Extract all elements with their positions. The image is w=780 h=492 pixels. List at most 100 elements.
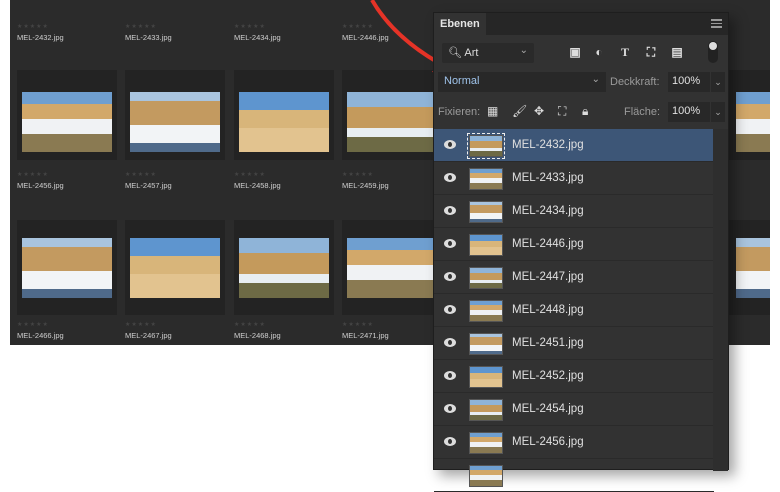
lock-transparency-icon[interactable]: ▦ xyxy=(487,104,498,118)
rating-stars[interactable]: ★★★★★ xyxy=(17,171,49,178)
thumbnail-image[interactable] xyxy=(347,92,437,152)
layer-name: MEL-2448.jpg xyxy=(512,304,584,316)
rating-stars[interactable]: ★★★★★ xyxy=(342,321,374,328)
layer-thumbnail xyxy=(469,300,503,322)
filter-kind-select[interactable]: 🔍︎ Art ⌄ xyxy=(442,43,534,63)
chevron-down-icon: ⌄ xyxy=(519,45,528,56)
file-name: MEL-2467.jpg xyxy=(125,331,172,340)
lock-position-move-icon[interactable]: ✥ xyxy=(534,104,544,118)
type-filter-icon[interactable]: T xyxy=(618,45,632,59)
file-name: MEL-2466.jpg xyxy=(17,331,64,340)
layer-name: MEL-2451.jpg xyxy=(512,337,584,349)
layer-name: MEL-2432.jpg xyxy=(512,139,584,151)
rating-stars[interactable]: ★★★★★ xyxy=(125,23,157,30)
visibility-eye-icon[interactable] xyxy=(444,206,456,215)
visibility-eye-icon[interactable] xyxy=(444,272,456,281)
opacity-label: Deckkraft: xyxy=(610,76,660,88)
fill-label: Fläche: xyxy=(624,106,661,118)
thumbnail-image[interactable] xyxy=(239,92,329,152)
layer-thumbnail xyxy=(469,432,503,454)
layer-thumbnail xyxy=(469,168,503,190)
layer-row[interactable]: MEL-2432.jpg xyxy=(434,129,714,162)
lock-label: Fixieren: xyxy=(438,106,481,118)
thumbnail-image[interactable] xyxy=(130,92,220,152)
file-name: MEL-2459.jpg xyxy=(342,181,389,190)
rating-stars[interactable]: ★★★★★ xyxy=(234,171,266,178)
visibility-eye-icon[interactable] xyxy=(444,140,456,149)
visibility-eye-icon[interactable] xyxy=(444,305,456,314)
layer-row[interactable]: MEL-2433.jpg xyxy=(434,162,714,195)
gallery-item-partial xyxy=(728,70,770,160)
shape-filter-icon[interactable]: ⛶ xyxy=(644,45,658,59)
thumbnail-image[interactable] xyxy=(22,238,112,298)
rating-stars[interactable]: ★★★★★ xyxy=(342,171,374,178)
layer-row[interactable]: MEL-2434.jpg xyxy=(434,195,714,228)
search-icon: 🔍︎ xyxy=(448,47,462,59)
layer-name: MEL-2446.jpg xyxy=(512,238,584,250)
layer-row[interactable]: MEL-2448.jpg xyxy=(434,294,714,327)
visibility-eye-icon[interactable] xyxy=(444,437,456,446)
rating-stars[interactable]: ★★★★★ xyxy=(234,23,266,30)
file-name: MEL-2433.jpg xyxy=(125,33,172,42)
layer-row[interactable]: MEL-2451.jpg xyxy=(434,327,714,360)
layer-name: MEL-2452.jpg xyxy=(512,370,584,382)
file-name: MEL-2446.jpg xyxy=(342,33,389,42)
file-name: MEL-2432.jpg xyxy=(17,33,64,42)
rating-stars[interactable]: ★★★★★ xyxy=(17,23,49,30)
layer-row[interactable]: MEL-2452.jpg xyxy=(434,360,714,393)
visibility-eye-icon[interactable] xyxy=(444,173,456,182)
file-name: MEL-2434.jpg xyxy=(234,33,281,42)
image-filter-icon[interactable]: ▣ xyxy=(568,45,582,59)
layer-name: MEL-2456.jpg xyxy=(512,436,584,448)
visibility-eye-icon[interactable] xyxy=(444,371,456,380)
layer-list: MEL-2432.jpg MEL-2433.jpg MEL-2434.jpg M… xyxy=(434,129,714,492)
tab-layers[interactable]: Ebenen xyxy=(434,13,486,35)
layer-row[interactable]: MEL-2456.jpg xyxy=(434,426,714,459)
opacity-dropdown-button[interactable]: ⌄ xyxy=(711,72,725,92)
fill-input[interactable]: 100% xyxy=(668,102,710,122)
layer-row-partial[interactable] xyxy=(434,459,714,492)
file-name: MEL-2468.jpg xyxy=(234,331,281,340)
thumbnail-image[interactable] xyxy=(22,92,112,152)
visibility-eye-icon[interactable] xyxy=(444,338,456,347)
rating-stars[interactable]: ★★★★★ xyxy=(234,321,266,328)
lock-artboard-icon[interactable]: ⛶ xyxy=(558,104,566,119)
layers-panel: Ebenen 🔍︎ Art ⌄ ▣ ◐ T ⛶ ▤ Normal ⌄ Deckk… xyxy=(433,12,729,492)
layer-row[interactable]: MEL-2454.jpg xyxy=(434,393,714,426)
filter-toggle[interactable] xyxy=(708,41,718,63)
lock-all-icon[interactable]: 🔒︎ xyxy=(582,104,588,119)
adjustment-filter-icon[interactable]: ◐ xyxy=(592,45,606,59)
layer-thumbnail xyxy=(469,465,503,487)
thumbnail-image[interactable] xyxy=(347,238,437,298)
layer-list-scrollbar[interactable] xyxy=(713,129,728,471)
layer-thumbnail xyxy=(469,333,503,355)
layer-row[interactable]: MEL-2446.jpg xyxy=(434,228,714,261)
layer-row[interactable]: MEL-2447.jpg xyxy=(434,261,714,294)
fill-dropdown-button[interactable]: ⌄ xyxy=(711,102,725,122)
chevron-down-icon: ⌄ xyxy=(591,74,600,85)
rating-stars[interactable]: ★★★★★ xyxy=(342,23,374,30)
smart-object-filter-icon[interactable]: ▤ xyxy=(670,45,684,59)
layer-name: MEL-2433.jpg xyxy=(512,172,584,184)
file-name: MEL-2471.jpg xyxy=(342,331,389,340)
blend-mode-select[interactable]: Normal ⌄ xyxy=(438,72,606,92)
gallery-item-partial xyxy=(728,220,770,315)
opacity-input[interactable]: 100% xyxy=(668,72,710,92)
filter-kind-value: Art xyxy=(464,47,479,59)
visibility-eye-icon[interactable] xyxy=(444,404,456,413)
layer-thumbnail xyxy=(469,366,503,388)
layer-thumbnail xyxy=(469,399,503,421)
file-name: MEL-2458.jpg xyxy=(234,181,281,190)
panel-menu-icon[interactable] xyxy=(711,19,722,28)
lock-paint-brush-icon[interactable]: 🖌︎ xyxy=(512,104,527,118)
visibility-eye-icon[interactable] xyxy=(444,239,456,248)
file-name: MEL-2456.jpg xyxy=(17,181,64,190)
rating-stars[interactable]: ★★★★★ xyxy=(125,321,157,328)
thumbnail-image[interactable] xyxy=(130,238,220,298)
layer-name: MEL-2434.jpg xyxy=(512,205,584,217)
thumbnail-image[interactable] xyxy=(239,238,329,298)
layer-thumbnail xyxy=(469,201,503,223)
rating-stars[interactable]: ★★★★★ xyxy=(125,171,157,178)
layer-name: MEL-2454.jpg xyxy=(512,403,584,415)
rating-stars[interactable]: ★★★★★ xyxy=(17,321,49,328)
